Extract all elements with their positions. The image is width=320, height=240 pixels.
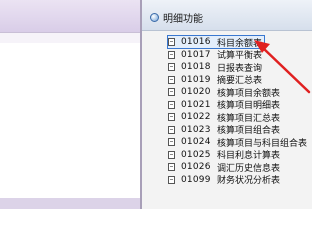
document-icon (168, 150, 175, 159)
item-name: 核算项目组合表 (217, 126, 281, 136)
item-name: 财务状况分析表 (217, 176, 281, 186)
item-code: 01021 (181, 99, 211, 110)
item-code: 01020 (181, 87, 211, 97)
document-icon (168, 75, 175, 84)
item-code: 01099 (181, 174, 211, 185)
item-name: 日报表查询 (217, 63, 263, 74)
left-pane-bottom (0, 198, 140, 209)
document-icon (168, 175, 175, 184)
document-icon (168, 163, 175, 171)
document-icon (168, 38, 175, 46)
circle-bullet-icon (150, 13, 159, 22)
list-item-01018[interactable]: 01018 日报表查询 (168, 61, 263, 74)
item-code: 01023 (181, 124, 211, 135)
item-code: 01016 (181, 37, 211, 47)
item-name: 调汇历史信息表 (217, 163, 281, 174)
item-name: 科目利息计算表 (217, 151, 281, 161)
item-name: 核算项目汇总表 (217, 113, 281, 124)
document-icon (168, 125, 175, 134)
item-code: 01025 (181, 149, 211, 160)
list-item-01023[interactable]: 01023 核算项目组合表 (168, 124, 280, 136)
item-code: 01022 (181, 112, 211, 122)
document-icon (168, 88, 175, 96)
item-name: 科目余额表 (217, 38, 263, 49)
item-name: 试算平衡表 (217, 51, 263, 61)
item-name: 核算项目明细表 (217, 101, 281, 111)
list-item-01022[interactable]: 01022 核算项目汇总表 (168, 111, 281, 124)
panel-title[interactable]: 明细功能 (150, 10, 203, 25)
document-icon (168, 63, 175, 71)
item-code: 01017 (181, 49, 211, 60)
list-item-01017[interactable]: 01017 试算平衡表 (168, 49, 262, 61)
document-icon (168, 100, 175, 109)
left-pane-body (0, 43, 140, 198)
item-code: 01018 (181, 62, 211, 72)
list-item-01025[interactable]: 01025 科目利息计算表 (168, 149, 280, 161)
list-item-01020[interactable]: 01020 核算项目余额表 (168, 86, 281, 99)
item-name: 核算项目余额表 (217, 88, 281, 99)
list-item-01024[interactable]: 01024 核算项目与科目组合表 (168, 136, 308, 149)
left-pane-top (0, 0, 140, 32)
item-code: 01024 (181, 137, 211, 147)
list-item-01099[interactable]: 01099 财务状况分析表 (168, 174, 280, 186)
panel-title-label: 明细功能 (163, 14, 203, 25)
list-item-01021[interactable]: 01021 核算项目明细表 (168, 99, 280, 111)
document-icon (168, 138, 175, 146)
list-item-01026[interactable]: 01026 调汇历史信息表 (168, 161, 281, 174)
item-name: 摘要汇总表 (217, 76, 263, 86)
item-name: 核算项目与科目组合表 (217, 138, 308, 149)
item-code: 01026 (181, 162, 211, 172)
list-item-01016[interactable]: 01016 科目余额表 (166, 35, 266, 49)
item-code: 01019 (181, 74, 211, 85)
document-icon (168, 50, 175, 59)
list-item-01019[interactable]: 01019 摘要汇总表 (168, 74, 262, 86)
document-icon (168, 113, 175, 121)
